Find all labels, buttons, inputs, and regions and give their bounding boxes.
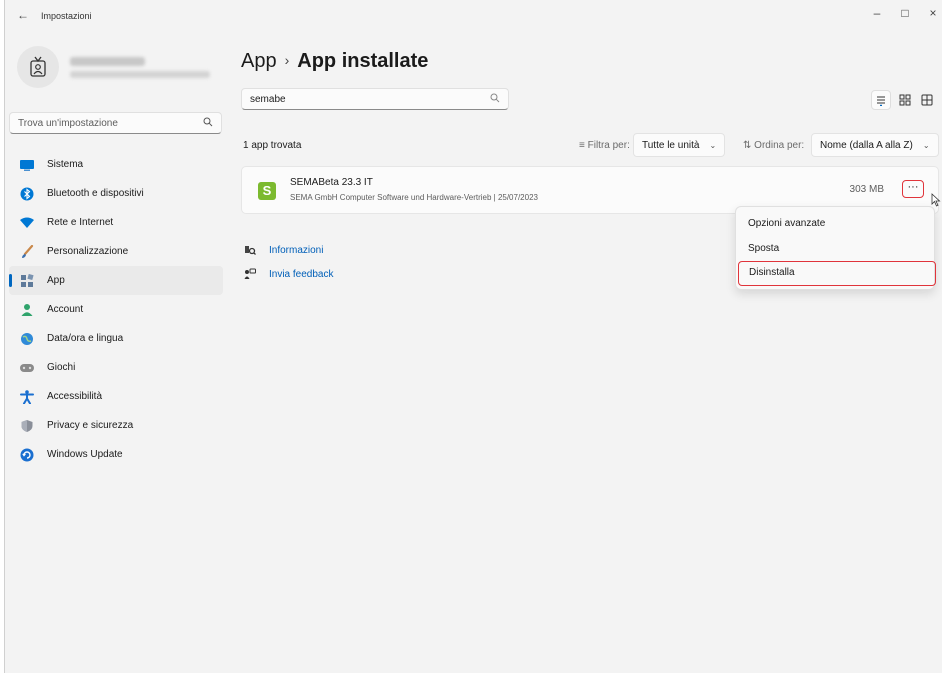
- sort-dropdown[interactable]: Nome (dalla A alla Z) ⌄: [811, 133, 939, 157]
- title-bar: ← Impostazioni – □ ×: [5, 0, 942, 32]
- sidebar-item-label: Bluetooth e dispositivi: [47, 188, 144, 199]
- active-indicator: [9, 274, 12, 287]
- app-publisher-date: SEMA GmbH Computer Software und Hardware…: [290, 193, 538, 202]
- sort-value: Nome (dalla A alla Z): [820, 139, 913, 151]
- user-badge-icon: [30, 56, 46, 77]
- result-count: 1 app trovata: [243, 140, 302, 151]
- feedback-link[interactable]: Invia feedback: [269, 269, 334, 280]
- wifi-icon: [19, 215, 35, 231]
- filter-label: ≡ Filtra per:: [579, 140, 630, 151]
- sidebar-item-personalizzazione[interactable]: Personalizzazione: [9, 237, 223, 266]
- apps-icon: [19, 273, 35, 289]
- user-name-redacted: [70, 57, 145, 66]
- back-button[interactable]: ←: [17, 8, 29, 22]
- feedback-link-row[interactable]: Invia feedback: [243, 262, 334, 286]
- search-icon: [490, 93, 500, 106]
- sidebar-item-giochi[interactable]: Giochi: [9, 353, 223, 382]
- gamepad-icon: [19, 360, 35, 376]
- sidebar-item-label: App: [47, 275, 65, 286]
- breadcrumb-separator: ›: [284, 52, 290, 68]
- sidebar-item-windows-update[interactable]: Windows Update: [9, 440, 223, 469]
- tile-view-icon: [921, 94, 933, 106]
- sidebar-item-label: Data/ora e lingua: [47, 333, 124, 344]
- page-title: App installate: [297, 50, 429, 72]
- context-menu: Opzioni avanzate Sposta Disinstalla: [735, 206, 936, 290]
- sidebar-item-label: Rete e Internet: [47, 217, 114, 228]
- mouse-cursor-icon: [931, 193, 941, 207]
- sort-label: ⇅ Ordina per:: [743, 140, 805, 151]
- window-title: Impostazioni: [41, 11, 92, 21]
- maximize-button[interactable]: □: [895, 6, 915, 20]
- sidebar-item-bluetooth[interactable]: Bluetooth e dispositivi: [9, 179, 223, 208]
- shield-icon: [19, 418, 35, 434]
- sidebar-item-data-ora[interactable]: Data/ora e lingua: [9, 324, 223, 353]
- chevron-down-icon: ⌄: [709, 140, 717, 150]
- feedback-icon: [243, 267, 257, 281]
- app-logo: S: [258, 182, 276, 200]
- grid-view-icon: [899, 94, 911, 106]
- app-size: 303 MB: [849, 184, 884, 195]
- update-icon: [19, 447, 35, 463]
- sort-icon: ⇅: [743, 140, 755, 151]
- grid-view-button[interactable]: [895, 90, 915, 110]
- sidebar-item-label: Accessibilità: [47, 391, 103, 402]
- breadcrumb: App › App installate: [241, 50, 428, 73]
- person-icon: [19, 302, 35, 318]
- menu-item-uninstall[interactable]: Disinstalla: [738, 261, 936, 286]
- sidebar-item-label: Personalizzazione: [47, 246, 129, 257]
- user-email-redacted: [70, 71, 210, 78]
- sidebar-item-label: Privacy e sicurezza: [47, 420, 134, 431]
- sidebar-item-account[interactable]: Account: [9, 295, 223, 324]
- list-view-button[interactable]: [871, 90, 891, 110]
- sidebar-item-privacy[interactable]: Privacy e sicurezza: [9, 411, 223, 440]
- bluetooth-icon: [19, 186, 35, 202]
- menu-item-advanced-options[interactable]: Opzioni avanzate: [738, 211, 932, 236]
- more-options-button[interactable]: ···: [902, 180, 924, 198]
- sidebar-item-app[interactable]: App: [9, 266, 223, 295]
- settings-window: ← Impostazioni – □ × Sistema: [4, 0, 942, 673]
- filter-value: Tutte le unità: [642, 139, 700, 151]
- tile-view-button[interactable]: [917, 90, 937, 110]
- chevron-down-icon: ⌄: [922, 140, 930, 150]
- sidebar-nav: Sistema Bluetooth e dispositivi Rete e I…: [9, 150, 223, 469]
- search-icon: [203, 117, 213, 130]
- menu-item-move[interactable]: Sposta: [738, 236, 932, 261]
- list-view-icon: [877, 96, 885, 106]
- avatar[interactable]: [17, 46, 59, 88]
- sidebar-item-accessibilita[interactable]: Accessibilità: [9, 382, 223, 411]
- globe-clock-icon: [19, 331, 35, 347]
- monitor-icon: [19, 157, 35, 173]
- info-link[interactable]: Informazioni: [269, 245, 323, 256]
- breadcrumb-parent[interactable]: App: [241, 50, 277, 72]
- sidebar-item-sistema[interactable]: Sistema: [9, 150, 223, 179]
- minimize-button[interactable]: –: [867, 6, 887, 20]
- app-search: [241, 88, 509, 110]
- filter-dropdown[interactable]: Tutte le unità ⌄: [633, 133, 726, 157]
- settings-search: [9, 112, 222, 134]
- app-search-input[interactable]: [242, 89, 472, 109]
- settings-search-input[interactable]: [10, 113, 190, 133]
- info-search-icon: [243, 243, 257, 257]
- sidebar-item-rete[interactable]: Rete e Internet: [9, 208, 223, 237]
- close-button[interactable]: ×: [923, 6, 942, 20]
- info-link-row[interactable]: Informazioni: [243, 238, 334, 262]
- sidebar-item-label: Sistema: [47, 159, 84, 170]
- brush-icon: [19, 244, 35, 260]
- filter-icon: ≡: [579, 140, 588, 151]
- sidebar-item-label: Windows Update: [47, 449, 123, 460]
- related-links: Informazioni Invia feedback: [243, 238, 334, 286]
- sidebar-item-label: Giochi: [47, 362, 76, 373]
- accessibility-icon: [19, 389, 35, 405]
- sidebar-item-label: Account: [47, 304, 84, 315]
- app-name: SEMABeta 23.3 IT: [290, 177, 373, 188]
